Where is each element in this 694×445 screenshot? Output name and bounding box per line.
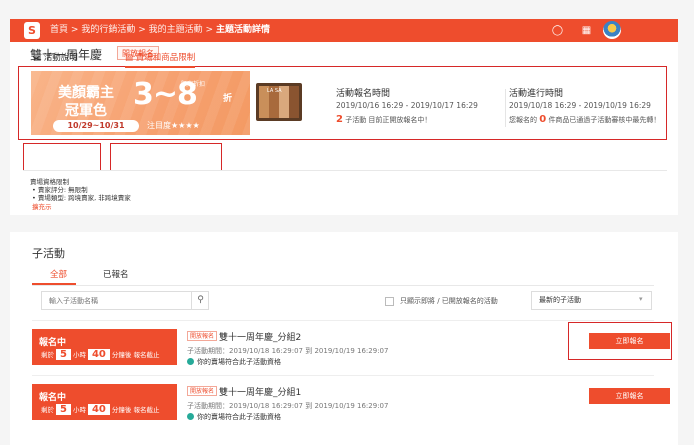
running-note-prefix: 您報名的 [509, 116, 537, 124]
running-time-range: 2019/10/18 16:29 - 2019/10/19 16:29 [509, 101, 651, 110]
countdown-minutes: 40 [87, 404, 110, 415]
banner-subheadline: 冠軍色 [65, 103, 107, 119]
countdown-prefix: 剩於 [41, 406, 54, 414]
registration-note-text: 子活動 目前正開放報名中！ [345, 116, 432, 124]
sort-select[interactable]: 最新的子活動 ▾ [531, 291, 652, 310]
sub-activity-name: 雙十一周年慶_分組1 [219, 388, 302, 398]
breadcrumb-separator: > [138, 25, 146, 35]
chevron-down-icon: ▾ [639, 295, 643, 303]
sub-activity-period: 子活動期間：2019/10/18 16:29:07 到 2019/10/19 1… [187, 402, 389, 410]
banner-date-range: 10/29~10/31 [53, 120, 139, 132]
status-label: 報名中 [39, 393, 67, 403]
shopee-logo-icon[interactable]: S [24, 22, 40, 39]
document-icon: ▤ [33, 53, 42, 63]
countdown-hours: 5 [56, 349, 71, 360]
tab-divider [32, 285, 654, 286]
search-input[interactable] [49, 292, 179, 309]
qualification-text: 你的賣場符合此子活動資格 [197, 413, 281, 421]
registration-note: 2 子活動 目前正開放報名中！ [336, 114, 431, 125]
document-icon: ▤ [125, 53, 134, 63]
campaign-summary-box: 美顏霸主 冠軍色 3~8 限定折扣 折 10/29~10/31 注目度★★★★ … [18, 66, 667, 140]
tab-description[interactable]: ▤ 活動說明 [33, 48, 78, 68]
tab-shop-restrictions-label: 賣場和商品限制 [135, 53, 196, 63]
sub-activity-row: 報名中 剩於 5 小時 40 分鐘後 報名截止 開放報名 雙十一周年慶_分組2 子活動期… [32, 320, 670, 372]
bell-icon[interactable]: ◯ [549, 22, 566, 39]
tab-highlight-description [23, 143, 101, 171]
breadcrumb-separator: > [205, 25, 214, 35]
tab-shop-restrictions[interactable]: ▤ 賣場和商品限制 [125, 48, 196, 68]
breadcrumb-separator: > [70, 25, 79, 35]
countdown-suffix: 分鐘後 報名截止 [111, 351, 160, 359]
qualification-text: 你的賣場符合此子活動資格 [197, 358, 281, 366]
open-badge: 開放報名 [187, 386, 218, 396]
sort-select-value: 最新的子活動 [539, 296, 581, 304]
banner-discount-suffix: 折 [223, 94, 233, 104]
qualification: 你的賣場符合此子活動資格 [187, 412, 281, 422]
tab-description-label: 活動說明 [43, 53, 78, 63]
tab-all[interactable]: 全部 [50, 268, 67, 282]
countdown-hours-unit: 小時 [72, 406, 86, 414]
sub-activity-name: 雙十一周年慶_分組2 [219, 333, 302, 343]
registration-status-card: 報名中 剩於 5 小時 40 分鐘後 報名截止 [32, 384, 177, 420]
tab-divider [23, 170, 667, 171]
banner-badge: 限定折扣 [181, 81, 206, 88]
countdown-hours-unit: 小時 [72, 351, 86, 359]
search-icon[interactable]: ⚲ [191, 292, 209, 309]
grid-icon[interactable]: ▦ [578, 22, 595, 39]
registration-count: 2 [336, 114, 343, 125]
register-button-highlight [568, 322, 672, 360]
breadcrumb-marketing[interactable]: 我的行銷活動 [81, 25, 135, 35]
registration-time-range: 2019/10/16 16:29 - 2019/10/17 16:29 [336, 101, 478, 110]
search-box: ⚲ [41, 291, 209, 310]
register-button[interactable]: 立即報名 [589, 388, 670, 404]
breadcrumb-themes[interactable]: 我的主題活動 [149, 25, 203, 35]
running-time-title: 活動進行時間 [509, 89, 564, 99]
filter-checkbox[interactable] [385, 297, 394, 306]
tab-registered[interactable]: 已報名 [103, 268, 129, 282]
countdown-hours: 5 [56, 404, 71, 415]
running-count: 0 [539, 114, 547, 125]
breadcrumb-current: 主題活動詳情 [215, 25, 270, 35]
filter-label: 只顯示即將 / 已開放報名的活動 [400, 297, 498, 305]
qualification: 你的賣場符合此子活動資格 [187, 357, 281, 367]
breadcrumb: 首頁 > 我的行銷活動 > 我的主題活動 > 主題活動詳情 [50, 19, 270, 42]
section-title: 子活動 [32, 247, 65, 260]
status-label: 報名中 [39, 338, 67, 348]
tab-highlight-rules [110, 143, 222, 171]
top-bar: S 首頁 > 我的行銷活動 > 我的主題活動 > 主題活動詳情 ◯ ▦ [10, 19, 678, 42]
sub-activity-period: 子活動期間：2019/10/18 16:29:07 到 2019/10/19 1… [187, 347, 389, 355]
banner-headline: 美顏霸主 [58, 85, 114, 101]
avatar[interactable] [603, 21, 621, 39]
schedule-divider [505, 89, 506, 127]
countdown-suffix: 分鐘後 報名截止 [111, 406, 160, 414]
success-dot-icon [187, 413, 194, 420]
open-badge: 開放報名 [187, 331, 218, 341]
running-note-text: 件商品已通過子活動審核中最先轉！ [548, 116, 661, 124]
breadcrumb-home[interactable]: 首頁 [50, 25, 68, 35]
countdown: 剩於 5 小時 40 分鐘後 報名截止 [41, 404, 159, 415]
success-dot-icon [187, 358, 194, 365]
campaign-banner: 美顏霸主 冠軍色 3~8 限定折扣 折 10/29~10/31 注目度★★★★ [31, 71, 250, 135]
countdown-minutes: 40 [87, 349, 110, 360]
running-note: 您報名的 0 件商品已通過子活動審核中最先轉！ [509, 114, 660, 125]
banner-notice: 注目度★★★★ [147, 121, 200, 130]
sub-activity-row: 報名中 剩於 5 小時 40 分鐘後 報名截止 開放報名 雙十一周年慶_分組1 子活動期… [32, 375, 670, 427]
product-label: LA SA [267, 88, 282, 94]
expand-link[interactable]: 擴充示 [32, 201, 52, 211]
countdown-prefix: 剩於 [41, 351, 54, 359]
campaign-panel: 雙十一周年慶 開放報名 美顏霸主 冠軍色 3~8 限定折扣 折 10/29~10… [10, 42, 678, 215]
registration-time-title: 活動報名時間 [336, 89, 391, 99]
registration-status-card: 報名中 剩於 5 小時 40 分鐘後 報名截止 [32, 329, 177, 365]
countdown: 剩於 5 小時 40 分鐘後 報名截止 [41, 349, 159, 360]
